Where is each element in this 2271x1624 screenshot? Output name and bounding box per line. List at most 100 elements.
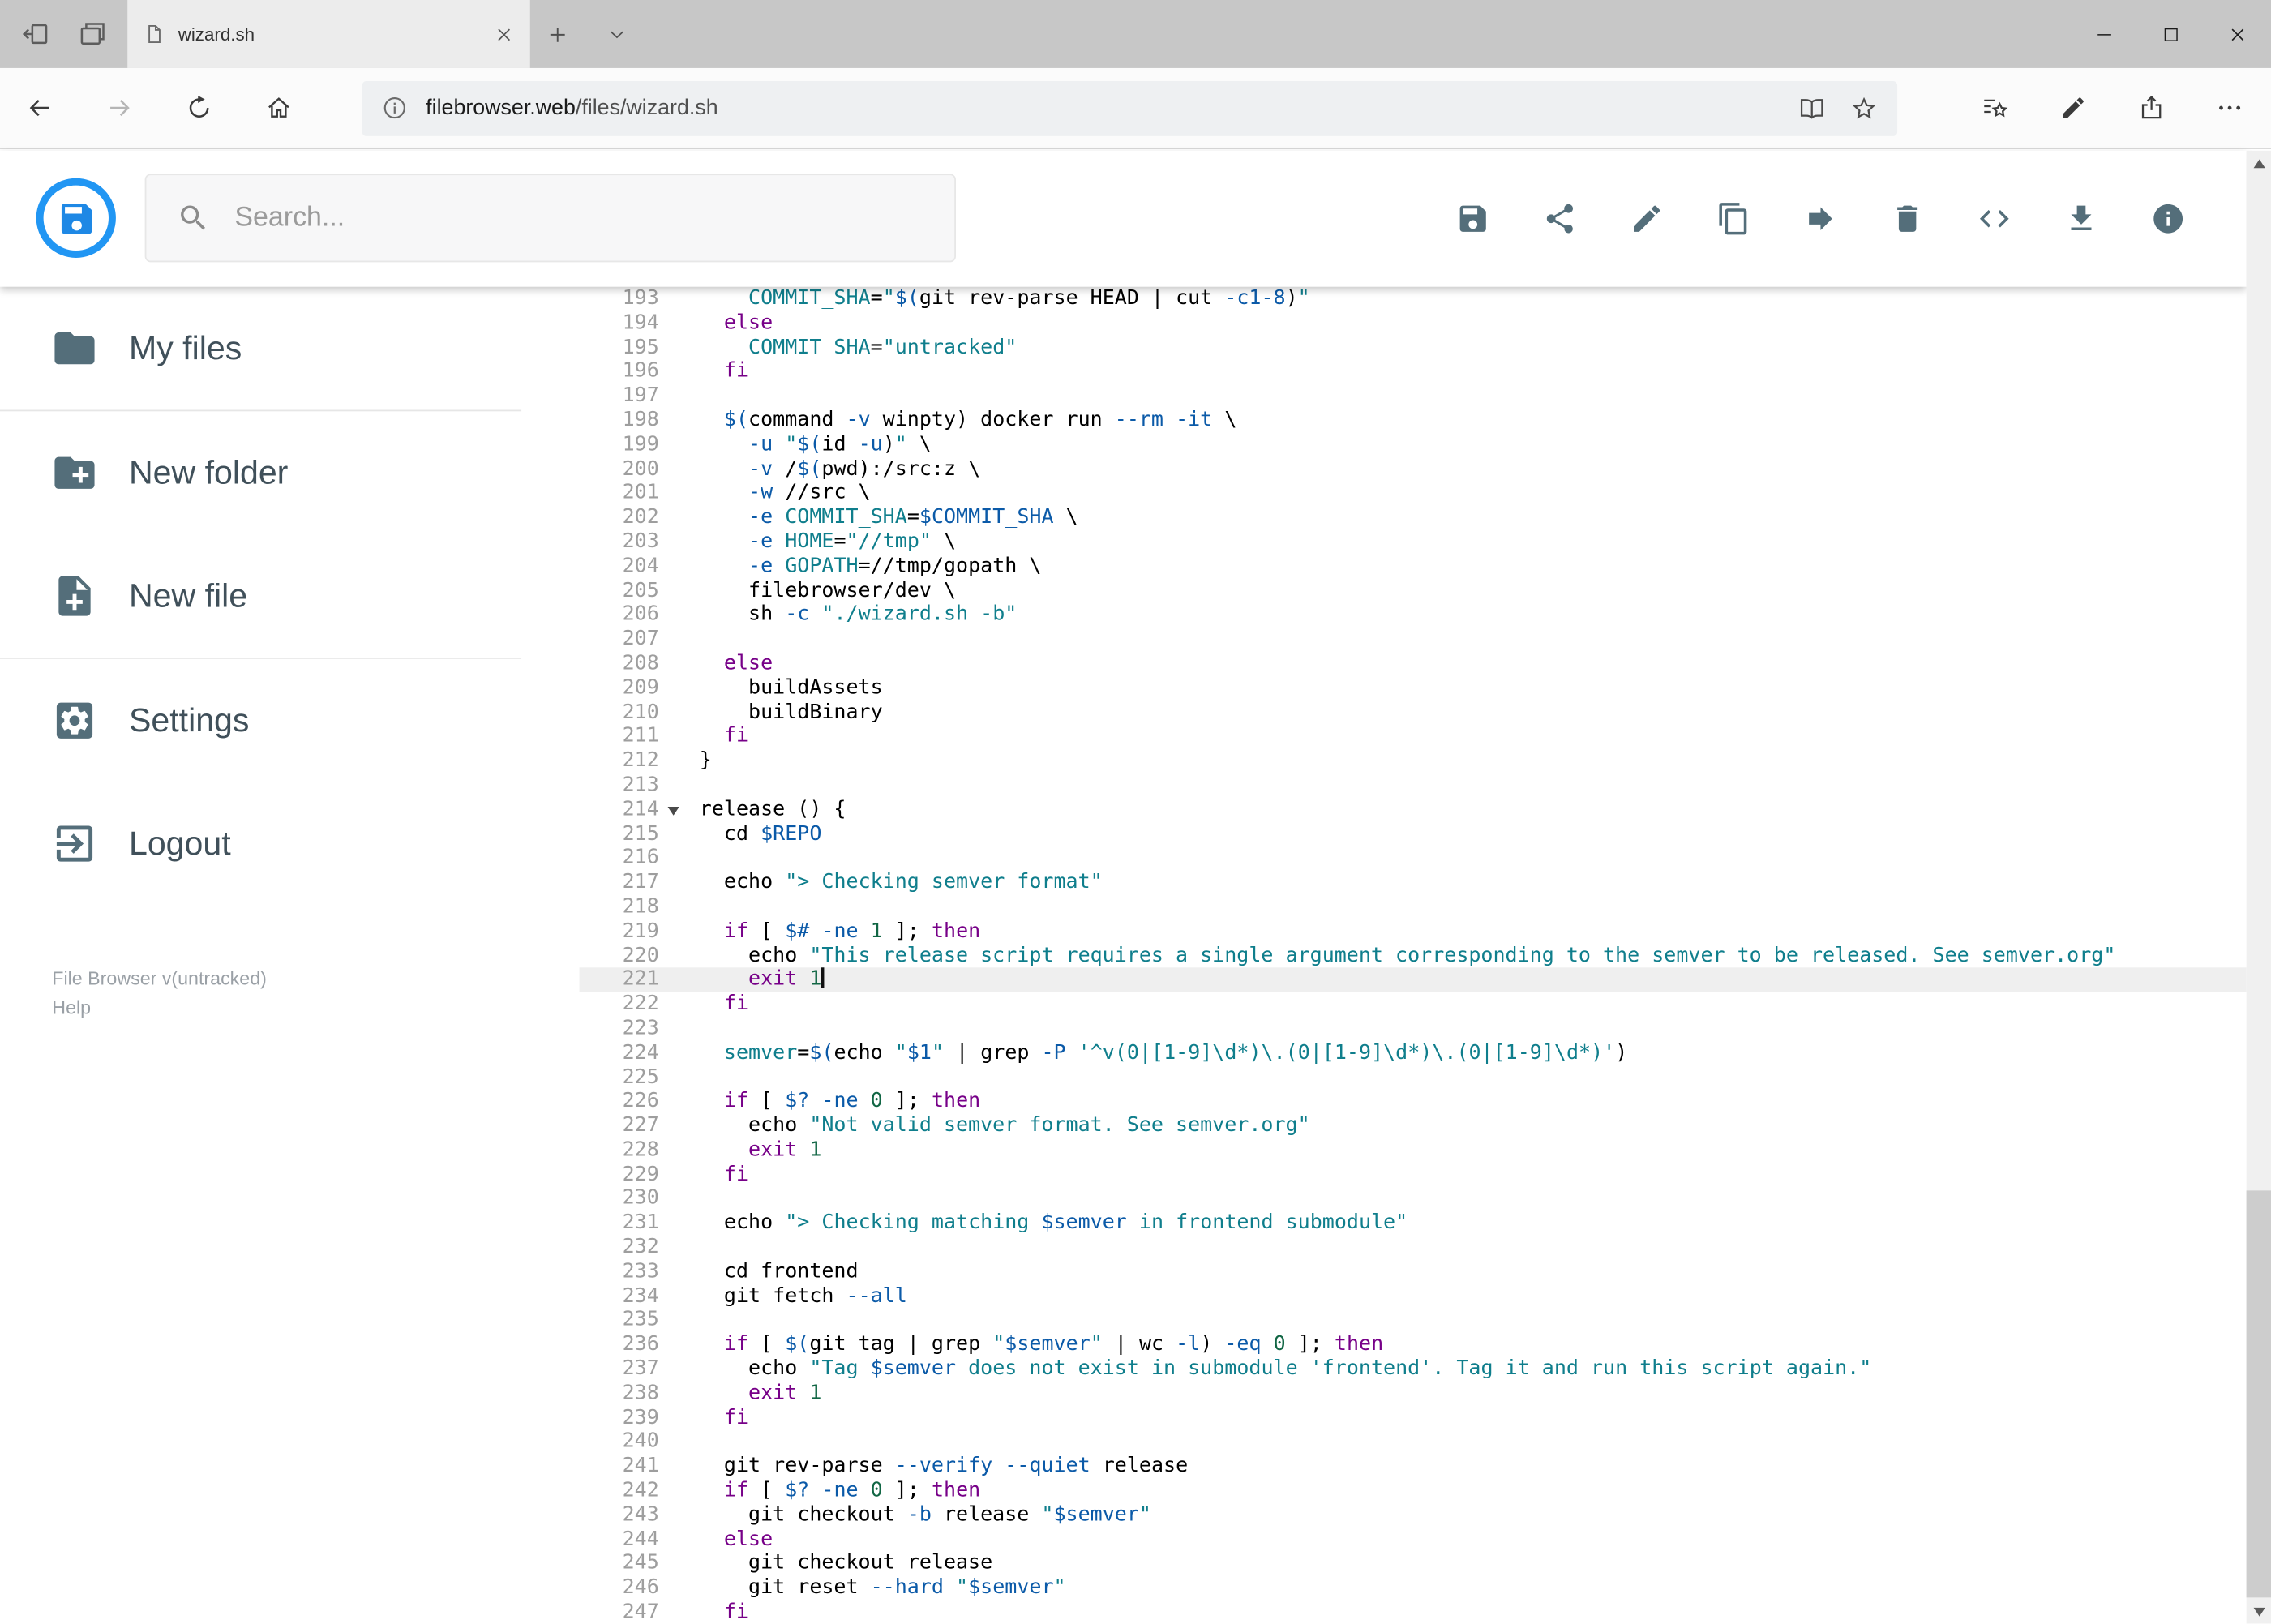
download-button[interactable] [2037,151,2124,287]
rename-button[interactable] [1603,151,1690,287]
tab-preview-button[interactable] [77,19,108,49]
code-line-236[interactable]: 236 if [ $(git tag | grep "$semver" | wc… [580,1333,2247,1357]
code-line-208[interactable]: 208 else [580,652,2247,676]
code-line-206[interactable]: 206 sh -c "./wizard.sh -b" [580,603,2247,628]
close-window-button[interactable] [2205,0,2271,68]
code-line-220[interactable]: 220 echo "This release script requires a… [580,944,2247,968]
more-options-button[interactable] [2190,68,2268,148]
code-line-213[interactable]: 213 [580,773,2247,798]
code-line-198[interactable]: 198 $(command -v winpty) docker run --rm… [580,409,2247,433]
add-favorite-button[interactable] [1844,88,1884,128]
sidebar-item-new-file[interactable]: New file [0,534,580,658]
hub-favorites-button[interactable] [1956,68,2033,148]
code-line-222[interactable]: 222 fi [580,992,2247,1017]
code-line-235[interactable]: 235 [580,1309,2247,1333]
page-scrollbar[interactable] [2246,150,2271,1624]
code-line-200[interactable]: 200 -v /$(pwd):/src:z \ [580,457,2247,482]
code-line-205[interactable]: 205 filebrowser/dev \ [580,579,2247,603]
site-info-icon[interactable] [375,88,414,127]
help-link[interactable]: Help [52,993,267,1022]
code-line-225[interactable]: 225 [580,1065,2247,1090]
code-line-212[interactable]: 212} [580,749,2247,773]
share-page-button[interactable] [2111,68,2189,148]
fold-marker-icon[interactable] [659,798,700,822]
code-line-221[interactable]: 221 exit 1 [579,967,2247,992]
code-line-219[interactable]: 219 if [ $# -ne 1 ]; then [580,919,2247,944]
code-line-228[interactable]: 228 exit 1 [580,1138,2247,1163]
code-line-234[interactable]: 234 git fetch --all [580,1284,2247,1309]
scroll-up-arrow[interactable] [2247,151,2271,175]
copy-button[interactable] [1690,151,1777,287]
minimize-button[interactable] [2071,0,2137,68]
search-input[interactable]: Search... [144,174,956,263]
code-line-207[interactable]: 207 [580,628,2247,652]
code-line-204[interactable]: 204 -e GOPATH=//tmp/gopath \ [580,555,2247,579]
code-line-211[interactable]: 211 fi [580,725,2247,749]
code-line-194[interactable]: 194 else [580,311,2247,336]
refresh-button[interactable] [159,68,238,148]
code-editor[interactable]: 193 COMMIT_SHA="$(git rev-parse HEAD | c… [579,286,2247,1624]
code-line-217[interactable]: 217 echo "> Checking semver format" [580,871,2247,895]
code-line-241[interactable]: 241 git rev-parse --verify --quiet relea… [580,1455,2247,1479]
tab-close-icon[interactable] [494,24,514,44]
code-line-209[interactable]: 209 buildAssets [580,676,2247,701]
code-line-210[interactable]: 210 buildBinary [580,701,2247,725]
code-line-244[interactable]: 244 else [580,1528,2247,1552]
code-line-238[interactable]: 238 exit 1 [580,1382,2247,1406]
code-line-196[interactable]: 196 fi [580,360,2247,384]
code-line-214[interactable]: 214 release () { [580,798,2247,822]
code-line-195[interactable]: 195 COMMIT_SHA="untracked" [580,336,2247,360]
code-line-215[interactable]: 215 cd $REPO [580,822,2247,846]
sidebar-item-settings[interactable]: Settings [0,659,580,782]
tabs-you-set-aside-button[interactable] [20,19,51,49]
code-line-242[interactable]: 242 if [ $? -ne 0 ]; then [580,1479,2247,1503]
code-line-226[interactable]: 226 if [ $? -ne 0 ]; then [580,1090,2247,1114]
code-line-227[interactable]: 227 echo "Not valid semver format. See s… [580,1114,2247,1138]
web-note-button[interactable] [2033,68,2111,148]
code-line-233[interactable]: 233 cd frontend [580,1260,2247,1284]
code-line-218[interactable]: 218 [580,895,2247,919]
code-line-246[interactable]: 246 git reset --hard "$semver" [580,1576,2247,1600]
fold-gutter [659,1065,700,1090]
code-line-201[interactable]: 201 -w //src \ [580,482,2247,506]
move-button[interactable] [1777,151,1864,287]
back-button[interactable] [0,68,79,148]
share-button[interactable] [1516,151,1603,287]
delete-button[interactable] [1864,151,1951,287]
code-line-243[interactable]: 243 git checkout -b release "$semver" [580,1503,2247,1528]
code-line-245[interactable]: 245 git checkout release [580,1552,2247,1576]
sidebar-item-my-files[interactable]: My files [0,287,580,410]
scroll-down-arrow[interactable] [2247,1599,2271,1623]
code-line-232[interactable]: 232 [580,1236,2247,1260]
maximize-button[interactable] [2138,0,2205,68]
code-line-197[interactable]: 197 [580,384,2247,409]
info-button[interactable] [2125,151,2212,287]
sidebar-item-logout[interactable]: Logout [0,782,580,906]
code-line-247[interactable]: 247 fi [580,1600,2247,1624]
code-line-223[interactable]: 223 [580,1017,2247,1041]
new-tab-button[interactable] [530,0,585,68]
raw-view-button[interactable] [1951,151,2037,287]
code-line-239[interactable]: 239 fi [580,1406,2247,1430]
code-line-202[interactable]: 202 -e COMMIT_SHA=$COMMIT_SHA \ [580,506,2247,530]
code-line-203[interactable]: 203 -e HOME="//tmp" \ [580,530,2247,555]
home-button[interactable] [239,68,319,148]
tab-list-button[interactable] [585,0,649,68]
forward-button[interactable] [79,68,159,148]
code-line-231[interactable]: 231 echo "> Checking matching $semver in… [580,1211,2247,1236]
code-line-216[interactable]: 216 [580,846,2247,871]
code-line-229[interactable]: 229 fi [580,1163,2247,1187]
code-line-230[interactable]: 230 [580,1187,2247,1211]
scrollbar-thumb[interactable] [2246,1190,2271,1598]
reading-view-button[interactable] [1792,88,1832,128]
code-line-199[interactable]: 199 -u "$(id -u)" \ [580,433,2247,457]
code-line-193[interactable]: 193 COMMIT_SHA="$(git rev-parse HEAD | c… [580,287,2247,311]
code-line-237[interactable]: 237 echo "Tag $semver does not exist in … [580,1357,2247,1382]
code-line-240[interactable]: 240 [580,1430,2247,1455]
browser-tab[interactable]: wizard.sh [127,0,530,68]
address-bar[interactable]: filebrowser.web/files/wizard.sh [362,80,1898,136]
save-button[interactable] [1429,151,1516,287]
code-line-224[interactable]: 224 semver=$(echo "$1" | grep -P '^v(0|[… [580,1041,2247,1065]
filebrowser-logo[interactable] [36,178,116,258]
sidebar-item-new-folder[interactable]: New folder [0,411,580,534]
